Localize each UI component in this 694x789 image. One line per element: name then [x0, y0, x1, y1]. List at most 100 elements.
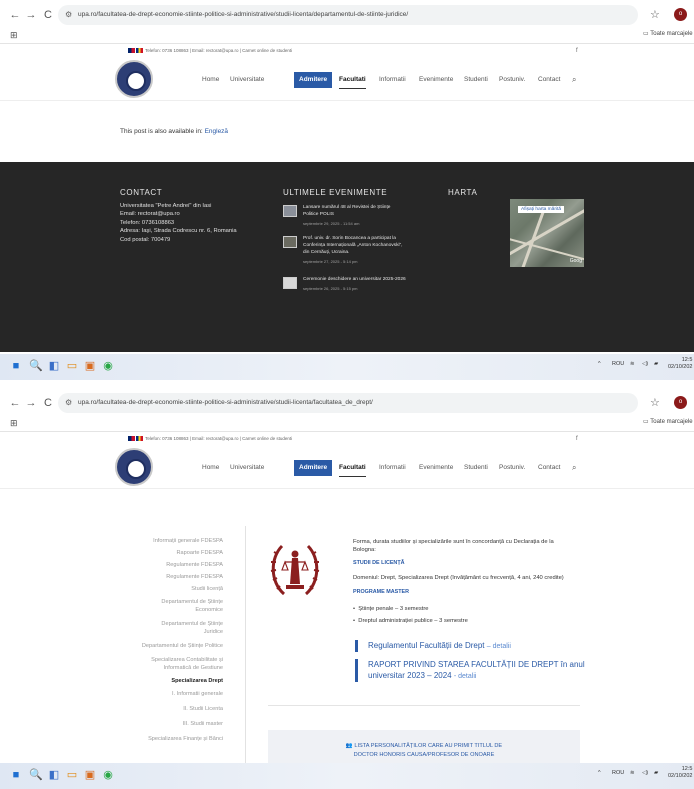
event-item[interactable]: Prof. univ. dr. Sorin Bocancea a partici…: [283, 236, 433, 272]
tray-overflow-icon[interactable]: ^: [598, 361, 601, 367]
event-thumbnail: [283, 205, 297, 217]
menu-facultati[interactable]: Facultati: [339, 72, 366, 89]
search-icon[interactable]: 🔍: [29, 360, 43, 372]
people-icon: 👥: [345, 743, 353, 749]
bookmark-star-icon[interactable]: ☆: [650, 8, 660, 21]
forward-icon[interactable]: →: [24, 396, 38, 410]
menu-evenimente[interactable]: Evenimente: [419, 460, 453, 476]
search-icon[interactable]: ⌕: [572, 72, 576, 88]
menu-postuniv[interactable]: Postuniv.: [499, 460, 525, 476]
menu-contact[interactable]: Contact: [538, 460, 560, 476]
menu-studenti[interactable]: Studenti: [464, 460, 488, 476]
regulament-link[interactable]: Regulamentul Facultății de Drept – detal…: [355, 640, 511, 652]
sidebar-item[interactable]: I. Informatii generale: [113, 690, 223, 698]
site-settings-icon[interactable]: ⚙: [65, 5, 72, 25]
all-bookmarks-button[interactable]: ▭ Toate marcajele: [643, 30, 693, 37]
event-item[interactable]: Lansare numărul 48 al Revistei de Științ…: [283, 205, 433, 233]
apps-grid-icon[interactable]: ⊞: [10, 418, 18, 429]
event-item[interactable]: Ceremonie deschidere an universitar 2025…: [283, 277, 433, 297]
sidebar-item[interactable]: Regulamente FDESPA: [113, 561, 223, 569]
volume-icon[interactable]: ◁): [642, 361, 648, 367]
sidebar-item-active[interactable]: Specializarea Drept: [113, 677, 223, 685]
university-logo[interactable]: [115, 60, 153, 98]
site-settings-icon[interactable]: ⚙: [65, 393, 72, 413]
ro-flag-icon[interactable]: [136, 436, 143, 442]
sidebar-item[interactable]: Rapoarte FDESPA: [113, 549, 223, 557]
volume-icon[interactable]: ◁): [642, 770, 648, 776]
uk-flag-icon[interactable]: [128, 436, 135, 442]
address-bar[interactable]: ⚙ upa.ro/facultatea-de-drept-economie-st…: [58, 393, 638, 413]
sidebar-item[interactable]: Informații generale FDESPA: [113, 537, 223, 545]
profile-avatar[interactable]: o: [674, 8, 687, 21]
reload-icon[interactable]: C: [41, 396, 55, 410]
english-link[interactable]: Engleză: [205, 128, 229, 135]
sidebar-item[interactable]: Departamentul de Științe Economice: [113, 598, 223, 614]
battery-icon[interactable]: ▰: [654, 770, 658, 776]
whatsapp-icon[interactable]: ◉: [102, 360, 114, 372]
menu-evenimente[interactable]: Evenimente: [419, 72, 453, 88]
menu-universitate[interactable]: Universitate: [230, 460, 264, 476]
sidebar-item[interactable]: III. Studii master: [113, 720, 223, 728]
menu-contact[interactable]: Contact: [538, 72, 560, 88]
back-icon[interactable]: ←: [8, 8, 22, 22]
view-larger-map-link[interactable]: Afișați harta mărită: [518, 206, 564, 213]
file-explorer-icon[interactable]: ▭: [66, 769, 78, 781]
profile-avatar[interactable]: o: [674, 396, 687, 409]
forward-icon[interactable]: →: [24, 8, 38, 22]
menu-admitere[interactable]: Admitere: [294, 72, 333, 88]
search-icon[interactable]: ⌕: [572, 460, 576, 476]
uk-flag-icon[interactable]: [128, 48, 135, 54]
screenshot-2: ← → C ⚙ upa.ro/facultatea-de-drept-econo…: [0, 388, 694, 789]
clock[interactable]: 12:5 02/10/202: [668, 357, 692, 371]
wifi-icon[interactable]: ≋: [630, 361, 635, 367]
store-icon[interactable]: ▣: [84, 360, 96, 372]
back-icon[interactable]: ←: [8, 396, 22, 410]
facebook-icon[interactable]: f: [576, 432, 578, 446]
event-thumbnail: [283, 236, 297, 248]
sidebar-item[interactable]: Studii licență: [113, 585, 223, 593]
intro-text: Forma, durata studiilor și specializăril…: [353, 539, 554, 554]
menu-admitere[interactable]: Admitere: [294, 460, 333, 476]
language-notice: This post is also available in: Engleză: [120, 128, 229, 135]
address-bar[interactable]: ⚙ upa.ro/facultatea-de-drept-economie-st…: [58, 5, 638, 25]
sidebar-item[interactable]: Departamentul de Științe Juridice: [113, 620, 223, 636]
menu-informatii[interactable]: Informatii: [379, 460, 406, 476]
footer-map[interactable]: Afișați harta mărită Goog: [510, 199, 584, 267]
windows-start-icon[interactable]: ■: [10, 769, 22, 781]
facebook-icon[interactable]: f: [576, 44, 578, 58]
menu-informatii[interactable]: Informatii: [379, 72, 406, 88]
menu-studenti[interactable]: Studenti: [464, 72, 488, 88]
menu-universitate[interactable]: Universitate: [230, 72, 264, 88]
ro-flag-icon[interactable]: [136, 48, 143, 54]
sidebar-item[interactable]: II. Studii Licenta: [113, 705, 223, 713]
language-indicator[interactable]: ROU: [612, 770, 624, 776]
apps-grid-icon[interactable]: ⊞: [10, 30, 18, 41]
menu-home[interactable]: Home: [202, 72, 219, 88]
clock[interactable]: 12:5 02/10/202: [668, 766, 692, 780]
battery-icon[interactable]: ▰: [654, 361, 658, 367]
menu-postuniv[interactable]: Postuniv.: [499, 72, 525, 88]
tray-overflow-icon[interactable]: ^: [598, 770, 601, 776]
whatsapp-icon[interactable]: ◉: [102, 769, 114, 781]
task-view-icon[interactable]: ◧: [48, 360, 60, 372]
store-icon[interactable]: ▣: [84, 769, 96, 781]
reload-icon[interactable]: C: [41, 8, 55, 22]
wifi-icon[interactable]: ≋: [630, 770, 635, 776]
sidebar-item[interactable]: Regulamente FDESPA: [113, 573, 223, 581]
raport-link[interactable]: RAPORT PRIVIND STAREA FACULTĂȚII DE DREP…: [355, 659, 585, 682]
bookmark-star-icon[interactable]: ☆: [650, 396, 660, 409]
task-view-icon[interactable]: ◧: [48, 769, 60, 781]
sidebar-item[interactable]: Departamentul de Științe Politice: [113, 642, 223, 650]
browser-chrome: ← → C ⚙ upa.ro/facultatea-de-drept-econo…: [0, 0, 694, 44]
taskbar: ■ 🔍 ◧ ▭ ▣ ◉ ^ ROU ≋ ◁) ▰ 12:5 02/10/202: [0, 354, 694, 380]
search-icon[interactable]: 🔍: [29, 769, 43, 781]
all-bookmarks-button[interactable]: ▭ Toate marcajele: [643, 418, 693, 425]
file-explorer-icon[interactable]: ▭: [66, 360, 78, 372]
university-logo[interactable]: [115, 448, 153, 486]
language-indicator[interactable]: ROU: [612, 361, 624, 367]
sidebar-item[interactable]: Specializarea Finanțe și Bănci: [113, 735, 223, 743]
menu-facultati[interactable]: Facultati: [339, 460, 366, 477]
sidebar-item[interactable]: Specializarea Contabilitate și Informati…: [113, 656, 223, 672]
windows-start-icon[interactable]: ■: [10, 360, 22, 372]
menu-home[interactable]: Home: [202, 460, 219, 476]
